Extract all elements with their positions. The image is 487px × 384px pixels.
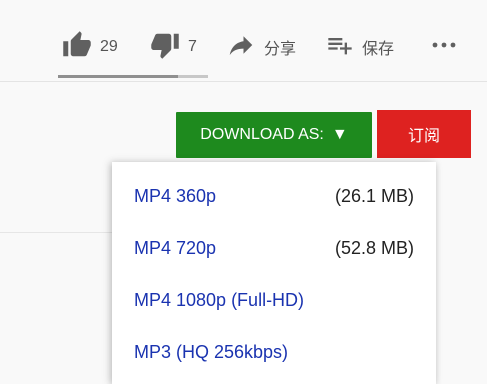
dislike-count: 7 xyxy=(188,38,197,55)
subscribe-label: 订阅 xyxy=(407,128,440,145)
share-label: 分享 xyxy=(264,41,297,58)
download-format-menu: MP4 360p (26.1 MB) MP4 720p (52.8 MB) MP… xyxy=(112,162,436,384)
menu-item-mp3-256kbps[interactable]: MP3 (HQ 256kbps) xyxy=(112,326,436,378)
menu-item-format: MP4 360p xyxy=(134,185,217,206)
download-as-button[interactable]: DOWNLOAD AS: ▼ xyxy=(176,112,372,158)
menu-item-format: MP3 (HQ 256kbps) xyxy=(134,341,289,362)
save-label: 保存 xyxy=(362,41,395,58)
playlist-add-icon xyxy=(326,31,354,64)
thumbs-down-icon xyxy=(150,30,180,65)
save-button[interactable]: 保存 xyxy=(326,28,394,66)
menu-item-mp4-1080p[interactable]: MP4 1080p (Full-HD) xyxy=(112,274,436,326)
like-count: 29 xyxy=(100,38,118,55)
share-arrow-icon xyxy=(226,30,256,65)
action-bar-divider xyxy=(0,81,487,82)
background-divider xyxy=(0,232,112,233)
menu-item-mp4-360p[interactable]: MP4 360p (26.1 MB) xyxy=(112,170,436,222)
more-horizontal-icon xyxy=(430,33,458,62)
more-actions-button[interactable] xyxy=(430,28,458,66)
subscribe-button[interactable]: 订阅 xyxy=(377,110,471,158)
like-button[interactable]: 29 xyxy=(62,28,118,66)
menu-item-format: MP4 720p xyxy=(134,237,217,258)
menu-item-size: (52.8 MB) xyxy=(334,237,414,258)
menu-item-size: (26.1 MB) xyxy=(334,185,414,206)
like-ratio-fill xyxy=(58,75,178,78)
video-action-bar: 29 7 分享 保存 xyxy=(0,0,487,82)
menu-item-mp4-720p[interactable]: MP4 720p (52.8 MB) xyxy=(112,222,436,274)
share-button[interactable]: 分享 xyxy=(226,28,296,66)
menu-item-format: MP4 1080p (Full-HD) xyxy=(134,289,305,310)
dislike-button[interactable]: 7 xyxy=(150,28,197,66)
like-dislike-ratio-bar xyxy=(58,75,208,78)
thumbs-up-icon xyxy=(62,30,92,65)
caret-down-icon: ▼ xyxy=(331,126,348,143)
download-as-label: DOWNLOAD AS: xyxy=(200,126,324,143)
